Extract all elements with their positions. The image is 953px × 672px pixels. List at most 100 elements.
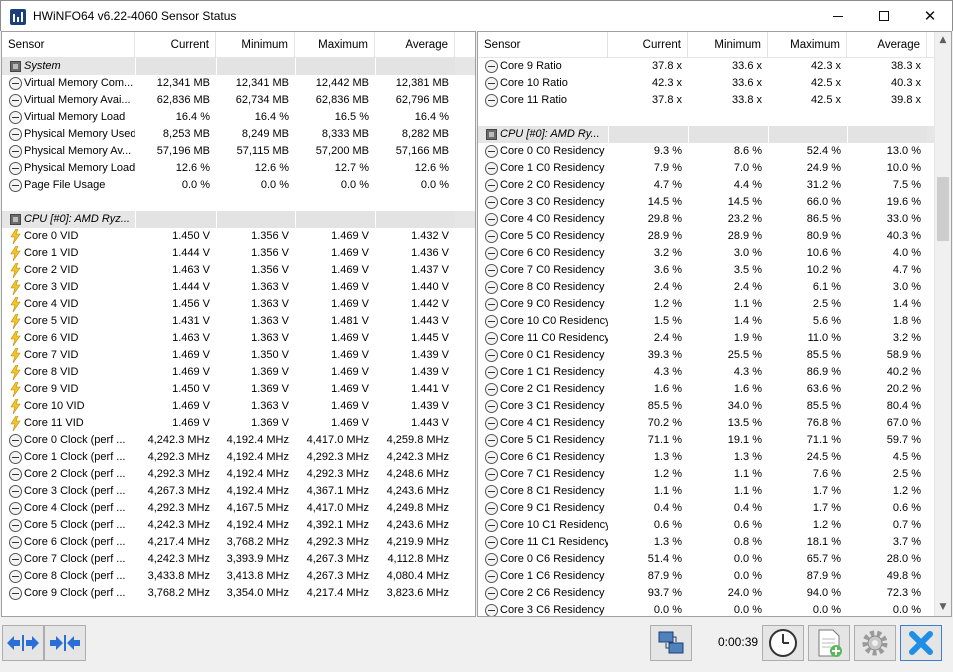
sensor-row[interactable]: Virtual Memory Load 16.4 % 16.4 % 16.5 % 16.… <box>2 109 475 126</box>
value-average: 40.2 % <box>886 366 921 378</box>
sensor-row[interactable]: Core 9 Clock (perf ... 3,768.2 MHz 3,354.0… <box>2 585 475 602</box>
sensor-row[interactable]: Core 1 C1 Residency 4.3 % 4.3 % 86.9 % 40.2 … <box>478 364 951 381</box>
sensor-row[interactable]: Core 5 VID 1.431 V 1.363 V 1.481 V 1.443 V <box>2 313 475 330</box>
column-header-maximum[interactable]: Maximum <box>768 32 847 58</box>
minimize-button[interactable] <box>815 1 861 31</box>
sensor-row[interactable]: Physical Memory Used 8,253 MB 8,249 MB 8,33… <box>2 126 475 143</box>
sensor-group-row[interactable]: CPU [#0]: AMD Ry... <box>478 126 951 143</box>
sensor-row[interactable]: Virtual Memory Avai... 62,836 MB 62,734 MB… <box>2 92 475 109</box>
sensor-row[interactable]: Core 4 C0 Residency 29.8 % 23.2 % 86.5 % 33.… <box>478 211 951 228</box>
expand-columns-button[interactable] <box>2 625 44 661</box>
sensor-panel-left[interactable]: Sensor Current Minimum Maximum Average S… <box>1 31 476 617</box>
column-header-minimum[interactable]: Minimum <box>688 32 768 58</box>
sensor-row[interactable]: Core 3 C6 Residency 0.0 % 0.0 % 0.0 % 0.0 % <box>478 602 951 616</box>
close-sensors-button[interactable] <box>900 625 942 661</box>
sensor-row[interactable]: Core 8 C0 Residency 2.4 % 2.4 % 6.1 % 3.0 % <box>478 279 951 296</box>
sensor-row[interactable]: Core 7 VID 1.469 V 1.350 V 1.469 V 1.439 V <box>2 347 475 364</box>
sensor-row[interactable]: Core 1 Clock (perf ... 4,292.3 MHz 4,192.4… <box>2 449 475 466</box>
sensor-row[interactable]: Core 9 VID 1.450 V 1.369 V 1.469 V 1.441 V <box>2 381 475 398</box>
column-header-maximum[interactable]: Maximum <box>295 32 375 58</box>
sensor-row[interactable]: Core 4 Clock (perf ... 4,292.3 MHz 4,167.5… <box>2 500 475 517</box>
sensor-row[interactable]: Core 0 Clock (perf ... 4,242.3 MHz 4,192.4… <box>2 432 475 449</box>
sensor-row[interactable]: Core 6 C1 Residency 1.3 % 1.3 % 24.5 % 4.5 % <box>478 449 951 466</box>
sensor-row[interactable]: Core 7 Clock (perf ... 4,242.3 MHz 3,393.9… <box>2 551 475 568</box>
value-current: 1.444 V <box>172 281 210 293</box>
vertical-scrollbar[interactable]: ▲ ▼ <box>934 32 951 616</box>
sensor-row[interactable]: Core 3 C1 Residency 85.5 % 34.0 % 85.5 % 80.… <box>478 398 951 415</box>
sensor-row[interactable]: Core 1 C0 Residency 7.9 % 7.0 % 24.9 % 10.0 … <box>478 160 951 177</box>
sensor-row[interactable]: Core 2 C6 Residency 93.7 % 24.0 % 94.0 % 72.… <box>478 585 951 602</box>
scroll-up-icon[interactable]: ▲ <box>935 32 951 49</box>
collapse-columns-button[interactable] <box>44 625 86 661</box>
sensor-row[interactable]: Core 0 VID 1.450 V 1.356 V 1.469 V 1.432 V <box>2 228 475 245</box>
sensor-row[interactable]: Core 11 Ratio 37.8 x 33.8 x 42.5 x 39.8 x <box>478 92 951 109</box>
sensor-row[interactable]: Physical Memory Av... 57,196 MB 57,115 MB 5… <box>2 143 475 160</box>
sensor-row[interactable]: Core 3 C0 Residency 14.5 % 14.5 % 66.0 % 19.… <box>478 194 951 211</box>
sensor-row[interactable]: Core 7 C0 Residency 3.6 % 3.5 % 10.2 % 4.7 % <box>478 262 951 279</box>
add-report-button[interactable] <box>808 625 850 661</box>
sensor-row[interactable]: Core 4 VID 1.456 V 1.363 V 1.469 V 1.442 V <box>2 296 475 313</box>
sensor-row[interactable]: Core 10 Ratio 42.3 x 33.6 x 42.5 x 40.3 x <box>478 75 951 92</box>
settings-button[interactable] <box>854 625 896 661</box>
sensor-row[interactable]: Core 10 C0 Residency 1.5 % 1.4 % 5.6 % 1.8 % <box>478 313 951 330</box>
column-header-minimum[interactable]: Minimum <box>216 32 295 58</box>
sensor-row[interactable]: Core 8 C1 Residency 1.1 % 1.1 % 1.7 % 1.2 % <box>478 483 951 500</box>
column-header-current[interactable]: Current <box>135 32 216 58</box>
close-button[interactable]: ✕ <box>907 1 953 31</box>
sensor-row[interactable]: Core 3 VID 1.444 V 1.363 V 1.469 V 1.440 V <box>2 279 475 296</box>
sensor-group-row[interactable]: System <box>2 58 475 75</box>
value-maximum: 87.9 % <box>806 570 841 582</box>
sensor-row[interactable]: Core 5 C0 Residency 28.9 % 28.9 % 80.9 % 40.… <box>478 228 951 245</box>
sensor-row[interactable]: Core 3 Clock (perf ... 4,267.3 MHz 4,192.4… <box>2 483 475 500</box>
sensor-row[interactable]: Core 4 C1 Residency 70.2 % 13.5 % 76.8 % 67.… <box>478 415 951 432</box>
column-header-sensor[interactable]: Sensor <box>478 32 608 58</box>
sensor-row[interactable]: Core 10 C1 Residency 0.6 % 0.6 % 1.2 % 0.7 % <box>478 517 951 534</box>
clock-button[interactable] <box>762 625 804 661</box>
settings-gear-icon <box>862 630 888 656</box>
sensor-panel-right[interactable]: Sensor Current Minimum Maximum Average C… <box>477 31 952 617</box>
sensor-row[interactable]: Core 9 C1 Residency 0.4 % 0.4 % 1.7 % 0.6 % <box>478 500 951 517</box>
sensor-row[interactable]: Core 0 C1 Residency 39.3 % 25.5 % 85.5 % 58.… <box>478 347 951 364</box>
sensor-row[interactable]: Core 2 C1 Residency 1.6 % 1.6 % 63.6 % 20.2 … <box>478 381 951 398</box>
network-button[interactable] <box>650 625 692 661</box>
sensor-group-row[interactable]: CPU [#0]: AMD Ryz... <box>2 211 475 228</box>
maximize-button[interactable] <box>861 1 907 31</box>
value-current: 1.444 V <box>172 247 210 259</box>
sensor-row[interactable]: Core 7 C1 Residency 1.2 % 1.1 % 7.6 % 2.5 % <box>478 466 951 483</box>
sensor-row[interactable]: Core 2 Clock (perf ... 4,292.3 MHz 4,192.4… <box>2 466 475 483</box>
sensor-row[interactable]: Core 8 VID 1.469 V 1.369 V 1.469 V 1.439 V <box>2 364 475 381</box>
sensor-row[interactable]: Core 2 VID 1.463 V 1.356 V 1.469 V 1.437 V <box>2 262 475 279</box>
sensor-row[interactable]: Core 0 C0 Residency 9.3 % 8.6 % 52.4 % 13.0 … <box>478 143 951 160</box>
value-current: 12,341 MB <box>156 77 210 89</box>
sensor-row[interactable]: Core 9 Ratio 37.8 x 33.6 x 42.3 x 38.3 x <box>478 58 951 75</box>
sensor-row[interactable]: Core 9 C0 Residency 1.2 % 1.1 % 2.5 % 1.4 % <box>478 296 951 313</box>
sensor-row[interactable]: Core 11 C0 Residency 2.4 % 1.9 % 11.0 % 3.2 … <box>478 330 951 347</box>
sensor-row[interactable]: Core 0 C6 Residency 51.4 % 0.0 % 65.7 % 28.0… <box>478 551 951 568</box>
sensor-row[interactable]: Core 8 Clock (perf ... 3,433.8 MHz 3,413.8… <box>2 568 475 585</box>
column-header-average[interactable]: Average <box>847 32 927 58</box>
sensor-row[interactable]: Core 11 C1 Residency 1.3 % 0.8 % 18.1 % 3.7 … <box>478 534 951 551</box>
sensor-row[interactable]: Core 1 VID 1.444 V 1.356 V 1.469 V 1.436 V <box>2 245 475 262</box>
sensor-row[interactable]: Physical Memory Load 12.6 % 12.6 % 12.7 % 12… <box>2 160 475 177</box>
sensor-row[interactable]: Core 6 C0 Residency 3.2 % 3.0 % 10.6 % 4.0 % <box>478 245 951 262</box>
sensor-row[interactable]: Core 6 VID 1.463 V 1.363 V 1.469 V 1.445 V <box>2 330 475 347</box>
sensor-name: Core 11 VID <box>24 417 84 429</box>
sensor-row[interactable]: Core 10 VID 1.469 V 1.363 V 1.469 V 1.439 V <box>2 398 475 415</box>
scrollbar-thumb[interactable] <box>937 177 949 241</box>
sensor-row[interactable]: Core 5 C1 Residency 71.1 % 19.1 % 71.1 % 59.… <box>478 432 951 449</box>
sensor-row[interactable]: Virtual Memory Com... 12,341 MB 12,341 MB 1… <box>2 75 475 92</box>
sensor-row[interactable]: Core 11 VID 1.469 V 1.369 V 1.469 V 1.443 V <box>2 415 475 432</box>
value-minimum: 4,192.4 MHz <box>226 485 289 497</box>
column-header-average[interactable]: Average <box>375 32 455 58</box>
sensor-row[interactable]: Core 2 C0 Residency 4.7 % 4.4 % 31.2 % 7.5 % <box>478 177 951 194</box>
sensor-row[interactable]: Core 1 C6 Residency 87.9 % 0.0 % 87.9 % 49.8… <box>478 568 951 585</box>
value-average: 4.7 % <box>892 264 921 276</box>
column-header-sensor[interactable]: Sensor <box>2 32 135 58</box>
column-header-current[interactable]: Current <box>608 32 688 58</box>
sensor-row[interactable]: Page File Usage 0.0 % 0.0 % 0.0 % 0.0 % <box>2 177 475 194</box>
scroll-down-icon[interactable]: ▼ <box>935 599 951 616</box>
sensor-row[interactable]: Core 6 Clock (perf ... 4,217.4 MHz 3,768.2… <box>2 534 475 551</box>
title-bar[interactable]: HWiNFO64 v6.22-4060 Sensor Status ✕ <box>0 0 953 31</box>
sensor-row[interactable]: Core 5 Clock (perf ... 4,242.3 MHz 4,192.4… <box>2 517 475 534</box>
value-minimum: 13.5 % <box>727 417 762 429</box>
